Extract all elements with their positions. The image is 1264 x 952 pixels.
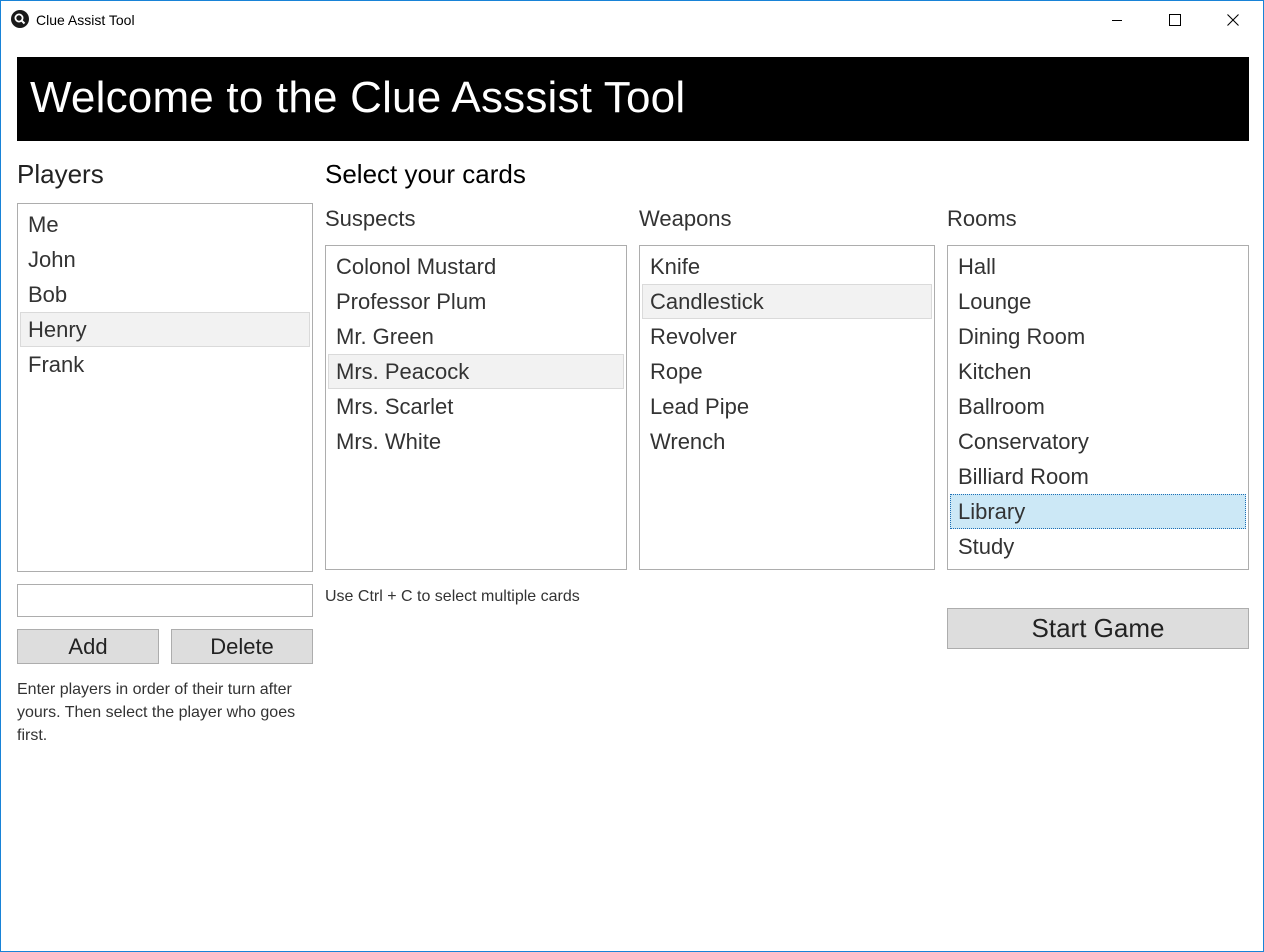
close-button[interactable] <box>1204 1 1262 39</box>
players-hint: Enter players in order of their turn aft… <box>17 681 296 744</box>
list-item[interactable]: Henry <box>20 312 310 347</box>
list-item[interactable]: John <box>20 242 310 277</box>
delete-player-button[interactable]: Delete <box>171 629 313 664</box>
app-window: Clue Assist Tool Welcome to the Clue Ass… <box>0 0 1264 952</box>
list-item[interactable]: Rope <box>642 354 932 389</box>
add-player-button[interactable]: Add <box>17 629 159 664</box>
weapons-heading: Weapons <box>639 206 732 231</box>
list-item[interactable]: Me <box>20 207 310 242</box>
minimize-button[interactable] <box>1088 1 1146 39</box>
list-item[interactable]: Candlestick <box>642 284 932 319</box>
rooms-list[interactable]: Hall Lounge Dining Room Kitchen Ballroom… <box>947 245 1249 570</box>
list-item[interactable]: Dining Room <box>950 319 1246 354</box>
close-icon <box>1227 14 1239 26</box>
maximize-button[interactable] <box>1146 1 1204 39</box>
list-item[interactable]: Ballroom <box>950 389 1246 424</box>
players-list[interactable]: Me John Bob Henry Frank <box>17 203 313 572</box>
list-item[interactable]: Conservatory <box>950 424 1246 459</box>
banner-title: Welcome to the Clue Asssist Tool <box>30 73 686 122</box>
list-item[interactable]: Billiard Room <box>950 459 1246 494</box>
suspects-list[interactable]: Colonol Mustard Professor Plum Mr. Green… <box>325 245 627 570</box>
list-item[interactable]: Kitchen <box>950 354 1246 389</box>
list-item[interactable]: Mrs. White <box>328 424 624 459</box>
cards-hint: Use Ctrl + C to select multiple cards <box>325 588 580 605</box>
list-item[interactable]: Study <box>950 529 1246 564</box>
list-item-selected[interactable]: Library <box>950 494 1246 529</box>
rooms-heading: Rooms <box>947 206 1017 231</box>
welcome-banner: Welcome to the Clue Asssist Tool <box>17 57 1249 141</box>
players-heading: Players <box>17 159 104 189</box>
list-item[interactable]: Colonol Mustard <box>328 249 624 284</box>
list-item[interactable]: Lead Pipe <box>642 389 932 424</box>
list-item[interactable]: Professor Plum <box>328 284 624 319</box>
list-item[interactable]: Wrench <box>642 424 932 459</box>
window-title: Clue Assist Tool <box>36 12 135 28</box>
list-item[interactable]: Mrs. Scarlet <box>328 389 624 424</box>
list-item[interactable]: Frank <box>20 347 310 382</box>
list-item[interactable]: Hall <box>950 249 1246 284</box>
minimize-icon <box>1111 14 1123 26</box>
title-bar[interactable]: Clue Assist Tool <box>1 1 1263 39</box>
list-item[interactable]: Revolver <box>642 319 932 354</box>
weapons-list[interactable]: Knife Candlestick Revolver Rope Lead Pip… <box>639 245 935 570</box>
list-item[interactable]: Mr. Green <box>328 319 624 354</box>
list-item[interactable]: Knife <box>642 249 932 284</box>
list-item[interactable]: Mrs. Peacock <box>328 354 624 389</box>
select-cards-heading: Select your cards <box>325 159 526 189</box>
list-item[interactable]: Bob <box>20 277 310 312</box>
list-item[interactable]: Lounge <box>950 284 1246 319</box>
magnifier-icon <box>11 10 29 28</box>
maximize-icon <box>1169 14 1181 26</box>
start-game-button[interactable]: Start Game <box>947 608 1249 649</box>
suspects-heading: Suspects <box>325 206 416 231</box>
player-name-input[interactable] <box>17 584 313 617</box>
